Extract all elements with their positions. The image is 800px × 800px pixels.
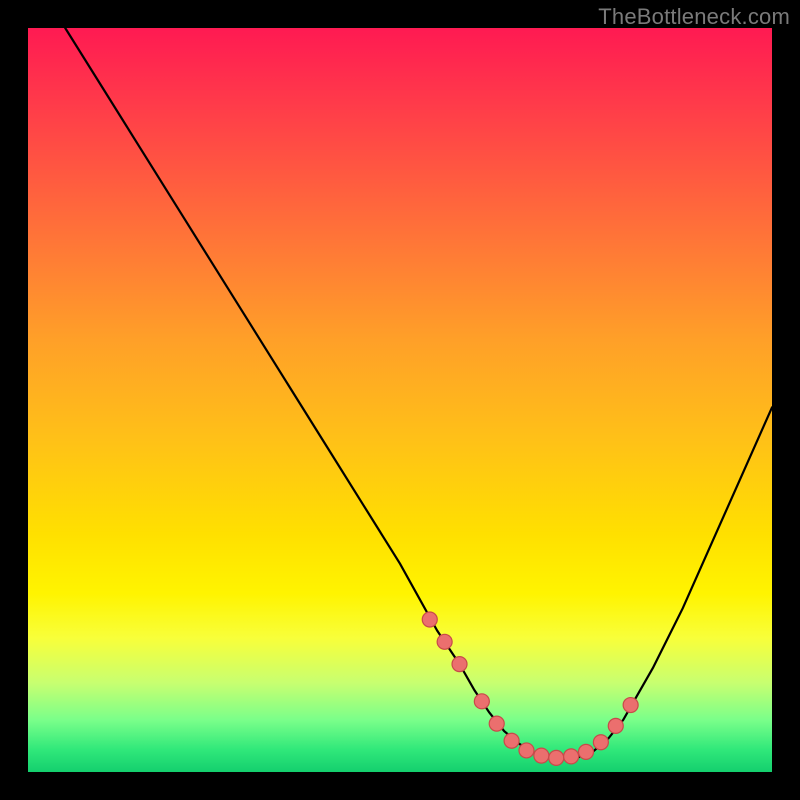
- highlight-dot: [519, 743, 534, 758]
- gradient-plot-area: [28, 28, 772, 772]
- highlight-dot: [534, 748, 549, 763]
- highlight-dot: [623, 698, 638, 713]
- highlight-dot: [452, 657, 467, 672]
- highlight-dot: [504, 733, 519, 748]
- highlight-dot: [579, 744, 594, 759]
- page-frame: TheBottleneck.com: [0, 0, 800, 800]
- highlight-dot: [422, 612, 437, 627]
- highlight-dot: [489, 716, 504, 731]
- highlight-dot: [549, 750, 564, 765]
- highlight-dot: [474, 694, 489, 709]
- highlight-dots-group: [422, 612, 638, 765]
- highlight-dot: [564, 749, 579, 764]
- highlight-dot: [437, 634, 452, 649]
- bottleneck-curve: [65, 28, 772, 759]
- watermark-text: TheBottleneck.com: [598, 4, 790, 30]
- chart-svg: [28, 28, 772, 772]
- highlight-dot: [608, 718, 623, 733]
- highlight-dot: [593, 735, 608, 750]
